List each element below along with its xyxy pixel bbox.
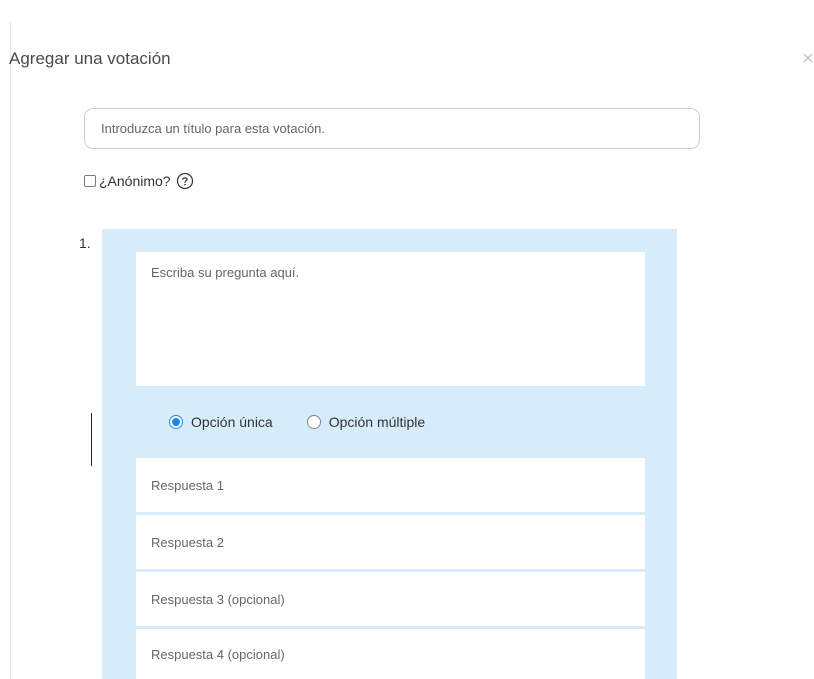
close-icon[interactable] [801,50,814,66]
poll-title-input[interactable] [84,108,700,149]
left-divider [10,22,11,679]
answer-input-4[interactable] [136,629,645,679]
question-circle-icon[interactable] [176,172,194,190]
answer-input-2[interactable] [136,515,645,569]
question-type-selector: Opción única Opción múltiple [169,411,425,433]
dialog-title: Agregar una votación [9,49,171,68]
question-textarea[interactable] [136,252,645,386]
single-choice-label[interactable]: Opción única [191,414,273,430]
single-choice-radio[interactable] [169,415,183,429]
poll-editor-dialog: Agregar una votación ¿Anónimo? 1. Opción… [0,0,814,679]
question-number: 1. [79,235,91,251]
text-cursor [91,413,92,466]
anonymous-checkbox[interactable] [84,175,96,187]
multiple-choice-label[interactable]: Opción múltiple [329,414,426,430]
anonymous-option: ¿Anónimo? [84,171,194,191]
multiple-choice-radio[interactable] [306,415,321,429]
answer-input-3[interactable] [136,572,645,626]
anonymous-label[interactable]: ¿Anónimo? [99,173,171,189]
answer-input-1[interactable] [136,458,645,512]
